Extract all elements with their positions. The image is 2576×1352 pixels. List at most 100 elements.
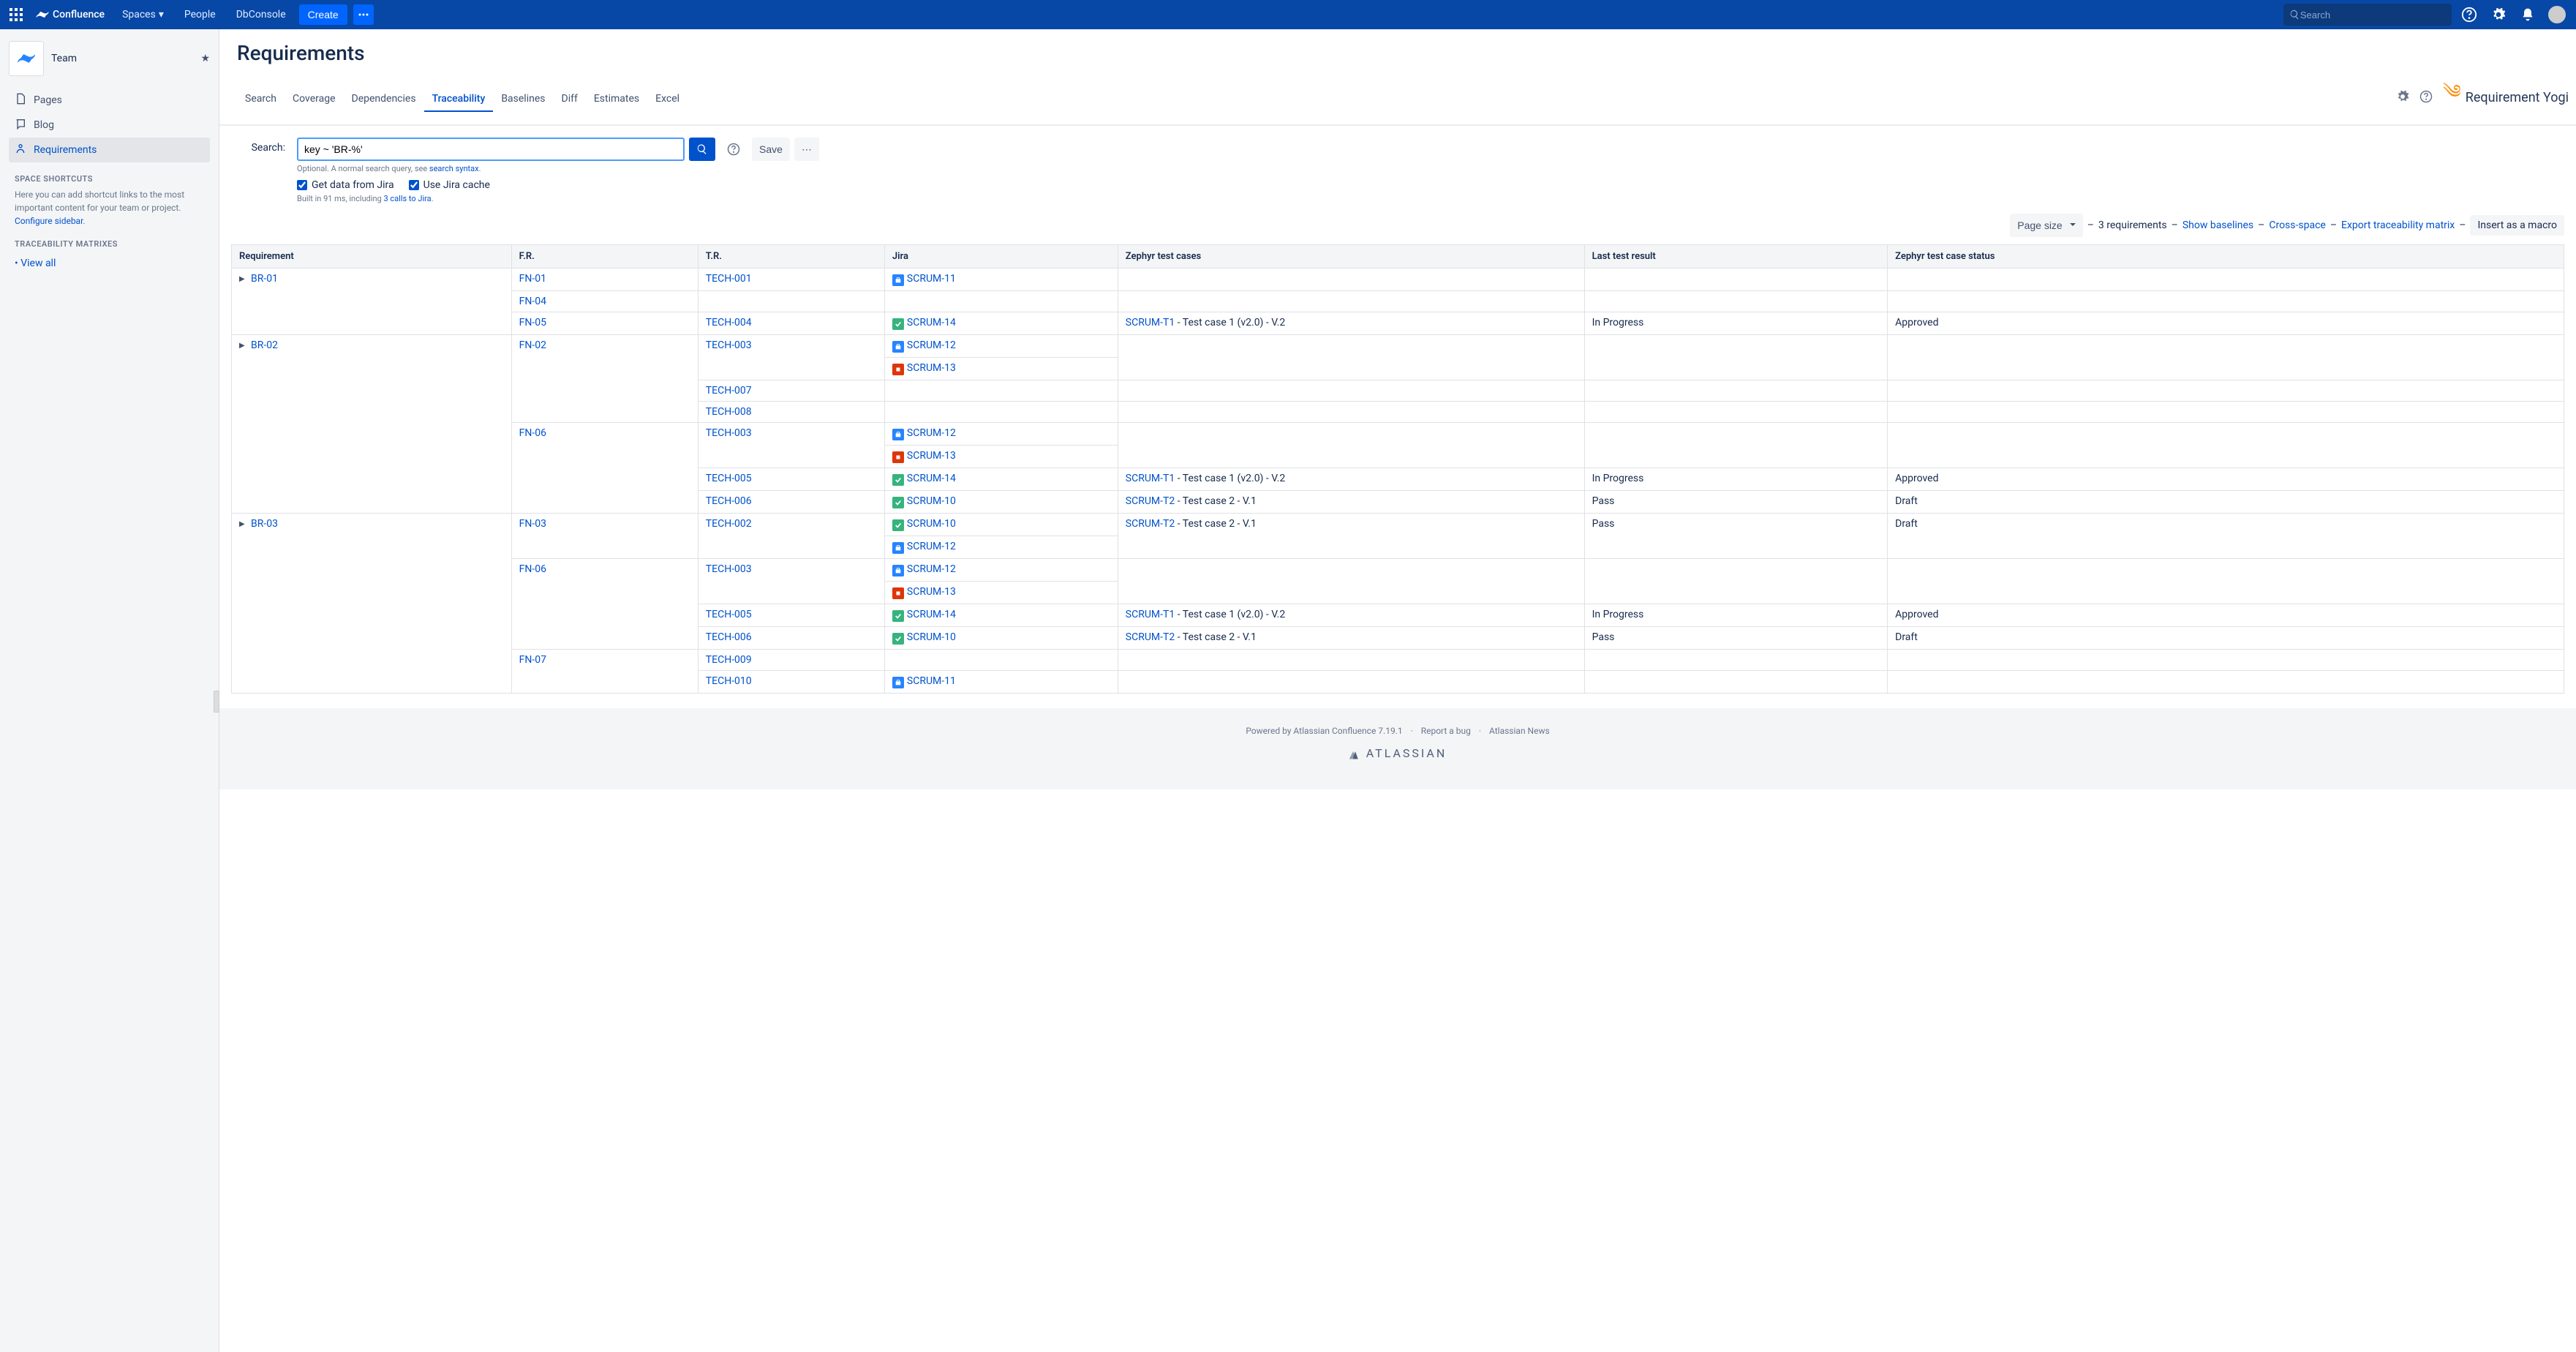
tr-link[interactable]: TECH-004 xyxy=(706,317,752,328)
create-more-button[interactable] xyxy=(353,4,374,25)
confluence-logo[interactable]: Confluence xyxy=(31,7,109,22)
requirement-yogi-logo[interactable]: ༄ Requirement Yogi xyxy=(2443,71,2569,124)
jira-link[interactable]: SCRUM-11 xyxy=(907,273,956,285)
tr-link[interactable]: TECH-007 xyxy=(706,385,752,397)
fr-link[interactable]: FN-05 xyxy=(519,317,546,328)
show-baselines-link[interactable]: Show baselines xyxy=(2183,219,2253,231)
tab-baselines[interactable]: Baselines xyxy=(493,86,553,112)
jira-calls-link[interactable]: 3 calls to Jira xyxy=(384,194,432,203)
jira-link[interactable]: SCRUM-12 xyxy=(907,563,956,575)
jira-link[interactable]: SCRUM-12 xyxy=(907,541,956,552)
jira-link[interactable]: SCRUM-14 xyxy=(907,473,956,484)
nav-people[interactable]: People xyxy=(177,0,223,29)
jira-link[interactable]: SCRUM-10 xyxy=(907,495,956,507)
jira-link[interactable]: SCRUM-12 xyxy=(907,339,956,351)
tab-excel[interactable]: Excel xyxy=(647,86,688,112)
notifications-icon[interactable] xyxy=(2516,3,2539,26)
view-all-link[interactable]: • View all xyxy=(9,253,210,274)
export-matrix-link[interactable]: Export traceability matrix xyxy=(2341,219,2455,231)
tab-estimates[interactable]: Estimates xyxy=(586,86,647,112)
footer-news-link[interactable]: Atlassian News xyxy=(1489,726,1550,736)
fr-link[interactable]: FN-03 xyxy=(519,518,546,530)
tr-link[interactable]: TECH-003 xyxy=(706,339,752,351)
star-icon[interactable]: ★ xyxy=(200,53,210,64)
jira-link[interactable]: SCRUM-14 xyxy=(907,609,956,620)
tab-dependencies[interactable]: Dependencies xyxy=(344,86,424,112)
fr-link[interactable]: FN-04 xyxy=(519,296,546,307)
configure-sidebar-link[interactable]: Configure sidebar xyxy=(15,216,83,226)
tr-link[interactable]: TECH-002 xyxy=(706,518,752,530)
tab-traceability[interactable]: Traceability xyxy=(424,86,494,112)
expand-icon[interactable]: ▶ xyxy=(239,520,246,528)
requirement-link[interactable]: BR-03 xyxy=(251,518,278,530)
atlassian-logo[interactable]: ATLASSIAN xyxy=(219,746,2576,760)
tr-link[interactable]: TECH-006 xyxy=(706,631,752,643)
cross-space-link[interactable]: Cross-space xyxy=(2269,219,2325,231)
global-search[interactable] xyxy=(2283,4,2452,26)
sidebar-item-requirements[interactable]: Requirements xyxy=(9,138,210,162)
fr-link[interactable]: FN-01 xyxy=(519,273,546,285)
get-jira-checkbox[interactable]: Get data from Jira xyxy=(297,179,394,191)
tr-link[interactable]: TECH-010 xyxy=(706,675,752,687)
tr-link[interactable]: TECH-003 xyxy=(706,563,752,575)
footer-confluence-link[interactable]: Atlassian Confluence xyxy=(1293,726,1376,736)
profile-avatar[interactable] xyxy=(2545,3,2569,26)
page-size-select[interactable]: Page size xyxy=(2010,214,2082,237)
save-button[interactable]: Save xyxy=(752,138,790,161)
search-help-button[interactable] xyxy=(720,138,747,161)
sidebar-item-pages[interactable]: Pages xyxy=(9,88,210,113)
zephyr-link[interactable]: SCRUM-T1 xyxy=(1126,473,1175,484)
tr-link[interactable]: TECH-003 xyxy=(706,427,752,439)
space-name[interactable]: Team xyxy=(51,53,193,64)
create-button[interactable]: Create xyxy=(299,4,347,25)
zephyr-link[interactable]: SCRUM-T1 xyxy=(1126,317,1175,328)
tr-link[interactable]: TECH-005 xyxy=(706,609,752,620)
requirement-link[interactable]: BR-02 xyxy=(251,339,278,351)
sidebar-resize-handle[interactable] xyxy=(214,691,219,713)
expand-icon[interactable]: ▶ xyxy=(239,275,246,283)
use-cache-checkbox[interactable]: Use Jira cache xyxy=(409,179,490,191)
tr-link[interactable]: TECH-009 xyxy=(706,654,752,666)
jira-link[interactable]: SCRUM-10 xyxy=(907,518,956,530)
jira-link[interactable]: SCRUM-11 xyxy=(907,675,956,687)
requirement-link[interactable]: BR-01 xyxy=(251,273,278,285)
nav-dbconsole[interactable]: DbConsole xyxy=(229,0,293,29)
help-icon[interactable] xyxy=(2458,3,2481,26)
fr-link[interactable]: FN-07 xyxy=(519,654,546,666)
global-search-input[interactable] xyxy=(2300,10,2446,20)
zephyr-link[interactable]: SCRUM-T1 xyxy=(1126,609,1175,620)
nav-spaces[interactable]: Spaces▾ xyxy=(115,0,171,29)
tab-diff[interactable]: Diff xyxy=(554,86,586,112)
tr-link[interactable]: TECH-001 xyxy=(706,273,752,285)
page-help-icon[interactable] xyxy=(2419,90,2433,106)
sidebar-item-blog[interactable]: Blog xyxy=(9,113,210,138)
tab-search[interactable]: Search xyxy=(237,86,285,112)
zephyr-link[interactable]: SCRUM-T2 xyxy=(1126,518,1175,530)
jira-link[interactable]: SCRUM-14 xyxy=(907,317,956,328)
search-query-input[interactable] xyxy=(297,138,685,161)
jira-link[interactable]: SCRUM-13 xyxy=(907,450,956,462)
tab-coverage[interactable]: Coverage xyxy=(285,86,343,112)
more-actions-button[interactable]: ⋯ xyxy=(794,138,819,161)
search-submit-button[interactable] xyxy=(689,138,715,161)
footer-report-bug-link[interactable]: Report a bug xyxy=(1421,726,1471,736)
jira-link[interactable]: SCRUM-13 xyxy=(907,362,956,374)
app-switcher-icon[interactable] xyxy=(7,6,25,23)
insert-macro-button[interactable]: Insert as a macro xyxy=(2470,215,2564,236)
settings-icon[interactable] xyxy=(2487,3,2510,26)
fr-link[interactable]: FN-02 xyxy=(519,339,546,351)
fr-link[interactable]: FN-06 xyxy=(519,427,546,439)
search-syntax-link[interactable]: search syntax xyxy=(429,164,479,173)
jira-link[interactable]: SCRUM-13 xyxy=(907,586,956,598)
tr-link[interactable]: TECH-006 xyxy=(706,495,752,507)
jira-link[interactable]: SCRUM-12 xyxy=(907,427,956,439)
page-settings-icon[interactable] xyxy=(2396,90,2409,106)
jira-link[interactable]: SCRUM-10 xyxy=(907,631,956,643)
zephyr-link[interactable]: SCRUM-T2 xyxy=(1126,631,1175,643)
zephyr-link[interactable]: SCRUM-T2 xyxy=(1126,495,1175,507)
tr-link[interactable]: TECH-005 xyxy=(706,473,752,484)
expand-icon[interactable]: ▶ xyxy=(239,342,246,350)
fr-link[interactable]: FN-06 xyxy=(519,563,546,575)
tr-link[interactable]: TECH-008 xyxy=(706,406,752,418)
space-icon[interactable] xyxy=(9,41,44,76)
